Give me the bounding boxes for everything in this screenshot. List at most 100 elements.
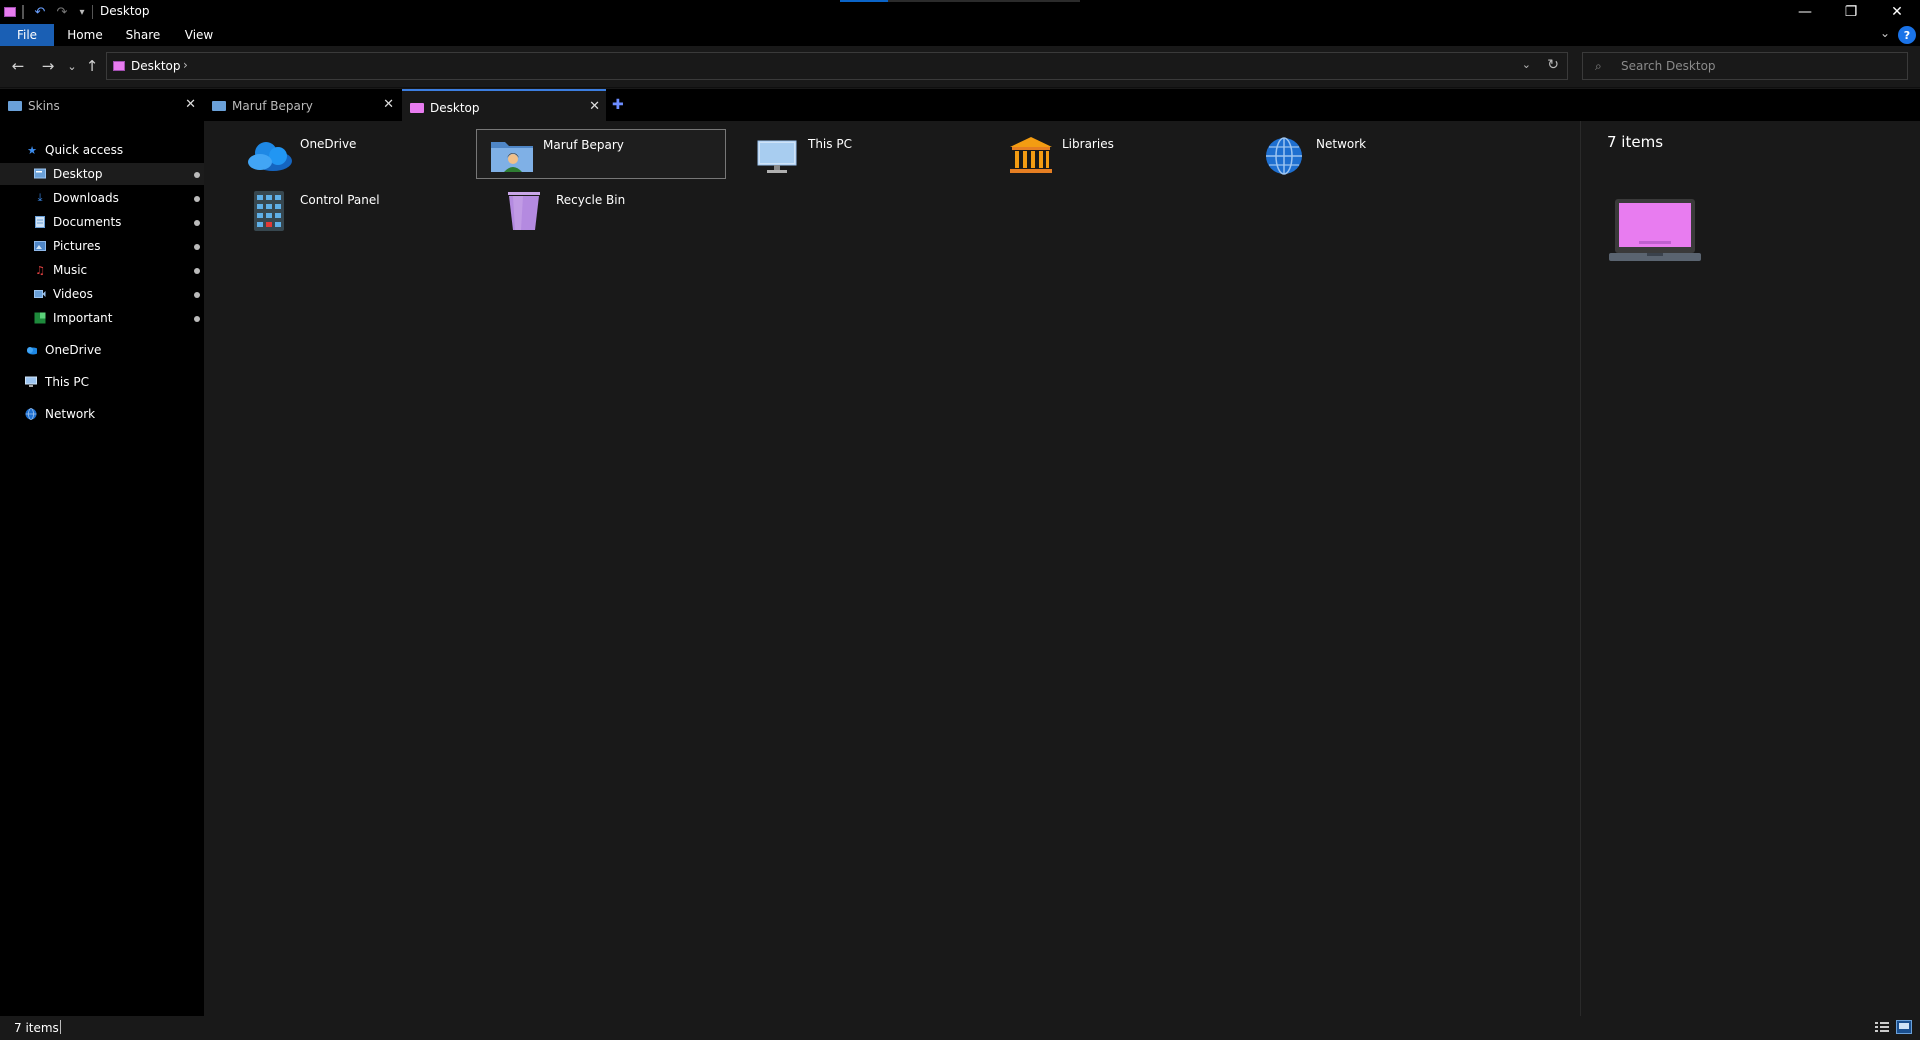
pin-icon (194, 220, 200, 226)
ribbon-tab-view[interactable]: View (176, 24, 222, 46)
folder-icon (8, 101, 22, 111)
desktop-icon (410, 103, 424, 113)
nav-item-this-pc[interactable]: This PC (0, 371, 204, 393)
address-bar[interactable]: Desktop › ⌄ ↻ (106, 52, 1568, 80)
restore-button[interactable]: ❐ (1828, 0, 1874, 24)
nav-label: Important (53, 311, 113, 325)
desktop-icon (34, 168, 46, 180)
item-label: Network (1316, 137, 1367, 151)
computer-icon (25, 376, 37, 388)
control-panel-icon (254, 191, 284, 231)
cloud-icon (25, 344, 37, 356)
nav-label: Videos (53, 287, 93, 301)
undo-icon[interactable]: ↶ (32, 3, 48, 21)
ribbon-tab-home[interactable]: Home (60, 24, 110, 46)
item-label: OneDrive (300, 137, 357, 151)
toolbar-separator (22, 5, 24, 19)
title-accent-strip (840, 0, 1080, 2)
preview-pane: 7 items (1580, 121, 1920, 1016)
item-control-panel[interactable]: Control Panel (234, 185, 484, 235)
nav-item-downloads[interactable]: ⤓ Downloads (0, 187, 204, 209)
details-view-icon[interactable] (1874, 1020, 1890, 1034)
toolbar-separator (92, 5, 93, 19)
item-onedrive[interactable]: OneDrive (234, 129, 484, 179)
nav-item-important[interactable]: Important (0, 307, 204, 329)
network-globe-icon (1266, 137, 1302, 175)
ribbon-expand-icon[interactable]: ⌄ (1880, 26, 1890, 40)
search-icon: ⌕ (1595, 59, 1602, 73)
nav-item-onedrive[interactable]: OneDrive (0, 339, 204, 361)
item-recycle-bin[interactable]: Recycle Bin (490, 185, 740, 235)
download-icon: ⤓ (37, 191, 43, 204)
tab-skins[interactable]: Skins ✕ (0, 91, 202, 119)
breadcrumb-chevron-icon[interactable]: › (183, 58, 188, 72)
preview-item-count: 7 items (1607, 133, 1664, 151)
pin-icon (194, 172, 200, 178)
search-input[interactable] (1619, 56, 1899, 76)
forward-icon[interactable]: → (38, 56, 58, 76)
important-folder-icon (34, 312, 46, 324)
up-icon[interactable]: ↑ (82, 56, 102, 76)
nav-item-documents[interactable]: Documents (0, 211, 204, 233)
item-libraries[interactable]: Libraries (996, 129, 1246, 179)
laptop-icon (1609, 199, 1701, 261)
folder-tabs: Skins ✕ Maruf Bepary ✕ Desktop ✕ ✚ (0, 89, 1920, 121)
tab-close-icon[interactable]: ✕ (185, 97, 196, 112)
pin-icon (194, 292, 200, 298)
libraries-icon (1010, 137, 1052, 173)
nav-label: Pictures (53, 239, 101, 253)
pin-icon (194, 316, 200, 322)
ribbon-tab-file[interactable]: File (0, 24, 54, 46)
nav-label: Quick access (45, 143, 124, 157)
minimize-button[interactable]: — (1782, 0, 1828, 24)
pictures-icon (34, 240, 46, 252)
recycle-bin-icon (508, 192, 540, 230)
nav-item-desktop[interactable]: Desktop (0, 163, 204, 185)
customize-toolbar-icon[interactable]: ▾ (76, 3, 88, 21)
item-label: Control Panel (300, 193, 380, 207)
tab-label: Maruf Bepary (232, 99, 313, 113)
tab-maruf-bepary[interactable]: Maruf Bepary ✕ (204, 91, 400, 119)
nav-label: This PC (45, 375, 89, 389)
onedrive-icon (248, 142, 292, 171)
ribbon-tab-share[interactable]: Share (120, 24, 166, 46)
desktop-window-icon (4, 3, 16, 21)
network-icon (25, 408, 37, 420)
nav-item-pictures[interactable]: Pictures (0, 235, 204, 257)
tab-desktop[interactable]: Desktop ✕ (402, 89, 606, 121)
nav-label: Network (45, 407, 96, 421)
title-bar: ↶ ↷ ▾ Desktop — ❐ ✕ (0, 0, 1920, 24)
nav-label: Desktop (53, 167, 103, 181)
new-tab-icon[interactable]: ✚ (612, 97, 624, 113)
help-icon[interactable]: ? (1898, 26, 1916, 44)
nav-item-network[interactable]: Network (0, 403, 204, 425)
item-this-pc[interactable]: This PC (742, 129, 992, 179)
back-icon[interactable]: ← (8, 56, 28, 76)
recent-locations-icon[interactable]: ⌄ (62, 56, 82, 76)
item-maruf-bepary[interactable]: Maruf Bepary (476, 129, 726, 179)
status-bar: 7 items (0, 1016, 1920, 1040)
nav-item-videos[interactable]: Videos (0, 283, 204, 305)
item-label: Maruf Bepary (543, 138, 624, 152)
nav-item-music[interactable]: ♫ Music (0, 259, 204, 281)
navigation-pane: ★ Quick access Desktop ⤓ Downloads Docum… (0, 121, 204, 1016)
search-box[interactable]: ⌕ (1582, 52, 1908, 80)
ribbon-tabs: File Home Share View ⌄ ? (0, 24, 1920, 46)
large-icons-view-icon[interactable] (1896, 1020, 1912, 1034)
nav-label: Music (53, 263, 88, 277)
address-row: ← → ⌄ ↑ Desktop › ⌄ ↻ ⌕ (0, 46, 1920, 88)
tab-close-icon[interactable]: ✕ (383, 97, 394, 112)
tab-close-icon[interactable]: ✕ (589, 99, 600, 114)
music-icon: ♫ (35, 263, 45, 277)
item-label: This PC (808, 137, 852, 151)
breadcrumb-desktop[interactable]: Desktop (131, 59, 181, 73)
nav-quick-access[interactable]: ★ Quick access (0, 139, 204, 161)
pin-icon (194, 196, 200, 202)
redo-icon[interactable]: ↷ (54, 3, 70, 21)
nav-label: Documents (53, 215, 122, 229)
refresh-icon[interactable]: ↻ (1547, 57, 1559, 73)
nav-label: Downloads (53, 191, 119, 205)
close-button[interactable]: ✕ (1874, 0, 1920, 24)
item-network[interactable]: Network (1250, 129, 1500, 179)
address-dropdown-icon[interactable]: ⌄ (1522, 58, 1531, 71)
